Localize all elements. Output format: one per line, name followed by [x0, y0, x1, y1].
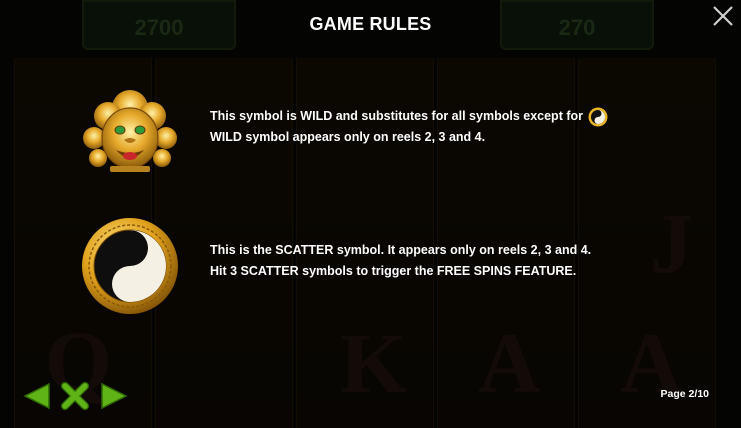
wild-lion-icon: [83, 90, 177, 172]
wild-rule-line1-text: This symbol is WILD and substitutes for …: [210, 109, 583, 123]
scatter-yin-yang-icon: [82, 218, 178, 314]
game-background: 2700 270 K A A J Q: [0, 0, 741, 428]
page-indicator: Page 2/10: [660, 388, 709, 400]
wild-rule-line1: This symbol is WILD and substitutes for …: [210, 106, 608, 127]
dim-overlay: [0, 0, 741, 428]
next-page-button[interactable]: [100, 382, 128, 410]
page-title: GAME RULES: [309, 14, 432, 34]
scatter-rule-line2: Hit 3 SCATTER symbols to trigger the FRE…: [210, 264, 577, 278]
scatter-yin-yang-mini-icon: [588, 107, 608, 127]
wild-rule-text: This symbol is WILD and substitutes for …: [210, 106, 608, 148]
prev-page-button[interactable]: [23, 382, 51, 410]
scatter-rule-text: This is the SCATTER symbol. It appears o…: [210, 240, 591, 282]
close-rules-button[interactable]: [60, 382, 90, 410]
wild-rule-line2: WILD symbol appears only on reels 2, 3 a…: [210, 130, 486, 144]
close-icon[interactable]: [711, 4, 735, 28]
scatter-rule-line1: This is the SCATTER symbol. It appears o…: [210, 243, 592, 257]
